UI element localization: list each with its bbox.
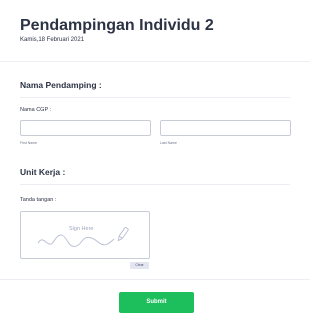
section-heading-unit-kerja: Unit Kerja :: [20, 167, 66, 177]
first-name-input[interactable]: [20, 120, 151, 136]
field-label-nama-cgp: Nama CGP :: [20, 107, 52, 113]
section-heading-pendamping: Nama Pendamping :: [20, 80, 102, 90]
section-divider: [20, 97, 290, 98]
form-title: Pendampingan Individu 2: [20, 17, 214, 34]
signature-placeholder-icon: [37, 227, 129, 247]
submit-button[interactable]: Submit: [119, 292, 194, 313]
first-name-sublabel: First Name: [20, 141, 38, 145]
field-label-tanda-tangan: Tanda tangan :: [20, 197, 57, 203]
clear-signature-button[interactable]: Clear: [130, 262, 149, 269]
last-name-sublabel: Last Name: [160, 141, 177, 145]
divider: [0, 279, 310, 280]
divider: [0, 61, 310, 62]
form-subtitle: Kamis,18 Februari 2021: [20, 37, 85, 43]
last-name-input[interactable]: [160, 120, 291, 136]
signature-hint: Sign Here: [69, 226, 94, 232]
section-divider: [20, 184, 290, 185]
pen-icon: [117, 227, 129, 242]
